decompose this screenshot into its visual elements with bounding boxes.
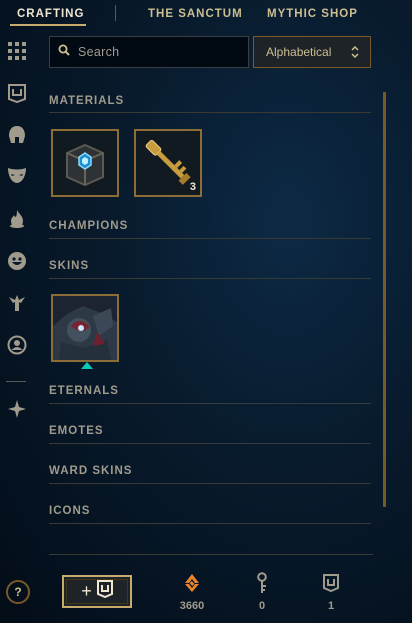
nav-divider [115,5,116,21]
orange-essence-value: 3660 [179,600,205,612]
new-item-marker [81,362,93,369]
search-input[interactable] [78,45,238,59]
section-title-skins[interactable]: SKINS [49,260,89,272]
chest-icon [311,572,351,594]
tab-mythic-shop[interactable]: MYTHIC SHOP [267,8,358,20]
craft-button[interactable]: + [62,575,132,608]
section-title-icons[interactable]: ICONS [49,505,90,517]
help-button[interactable]: ? [6,580,30,604]
plus-label: + [81,581,92,601]
sort-dropdown[interactable]: Alphabetical [253,36,371,68]
chevron-up-down-icon [350,44,360,63]
currency-chests: 1 [311,572,351,612]
section-divider [49,278,371,279]
section-title-eternals[interactable]: ETERNALS [49,385,119,397]
section-divider [49,523,371,524]
section-divider [49,403,371,404]
sort-selected-label: Alphabetical [266,45,332,59]
hextech-chest-icon [53,131,117,195]
champion-helmet-icon[interactable] [6,124,28,146]
currency-orange-essence: 3660 [172,572,212,612]
section-divider [49,112,371,113]
loot-tile-hextech-key[interactable]: 3 [134,129,202,197]
search-field[interactable] [49,36,249,68]
section-divider [49,443,371,444]
chest-icon [96,580,113,603]
chest-count-value: 1 [327,600,335,612]
loot-tile-hextech-chest[interactable] [51,129,119,197]
key-fragment-value: 0 [258,600,266,612]
other-icon[interactable] [6,398,28,420]
skin-mask-icon[interactable] [6,164,28,186]
section-divider [49,483,371,484]
section-title-emotes[interactable]: EMOTES [49,425,104,437]
crafting-panel: CRAFTING THE SANCTUM MYTHIC SHOP Search … [0,0,412,623]
active-tab-underline [10,24,86,26]
key-fragment-icon [242,572,282,594]
all-grid-icon[interactable] [6,40,28,62]
search-icon [58,43,70,61]
tab-the-sanctum[interactable]: THE SANCTUM [148,8,243,20]
currency-key-fragments: 0 [242,572,282,612]
section-title-ward-skins[interactable]: WARD SKINS [49,465,132,477]
orange-essence-icon [172,572,212,594]
item-count: 3 [189,181,196,193]
section-title-materials[interactable]: MATERIALS [49,95,124,107]
tab-crafting[interactable]: CRAFTING [17,8,84,20]
sidebar-divider [6,381,26,382]
eternals-icon[interactable] [6,292,28,314]
category-sidebar [0,36,34,436]
profile-icon-icon[interactable] [6,334,28,356]
footer-divider [49,554,373,555]
loot-tile-skin-shard[interactable] [51,294,119,369]
section-title-champions[interactable]: CHAMPIONS [49,220,128,232]
chest-icon[interactable] [6,82,28,104]
emote-face-icon[interactable] [6,250,28,272]
top-nav: CRAFTING THE SANCTUM MYTHIC SHOP [0,0,412,28]
ward-flame-icon[interactable] [6,208,28,230]
section-divider [49,238,371,239]
skin-shard-art-icon [53,296,117,360]
list-scrollbar[interactable] [383,92,386,507]
